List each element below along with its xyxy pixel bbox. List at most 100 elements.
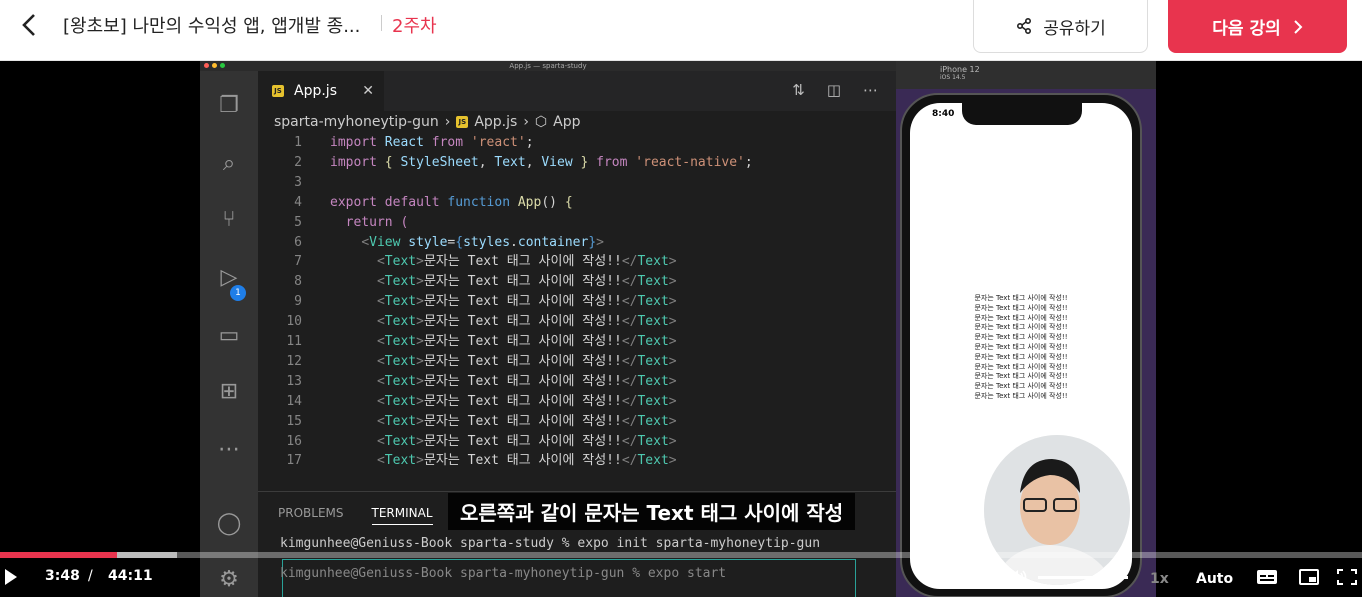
debug-icon: ▷ xyxy=(220,265,238,290)
rendered-text: 문자는 Text 태그 사이에 작성!! xyxy=(974,303,1068,312)
notch xyxy=(962,103,1082,125)
text-content: 문자는 Text 태그 사이에 작성!! xyxy=(423,453,622,469)
line-number: 4 xyxy=(294,194,302,210)
vscode-window-title: App.js — sparta-study xyxy=(200,61,896,71)
code-line: <Text>문자는 Text 태그 사이에 작성!!</Text> xyxy=(376,294,677,310)
current-time: 3:48 xyxy=(45,568,80,584)
text-content: 문자는 Text 태그 사이에 작성!! xyxy=(423,294,622,310)
code-line: <Text>문자는 Text 태그 사이에 작성!!</Text> xyxy=(376,433,677,449)
chevron-right-icon xyxy=(1294,19,1303,34)
split-editor-icon: ◫ xyxy=(826,81,841,99)
code-line: return ( xyxy=(345,214,409,230)
line-number: 16 xyxy=(286,433,302,449)
rendered-text: 문자는 Text 태그 사이에 작성!! xyxy=(974,382,1068,391)
code-line: export default function App() { xyxy=(330,194,573,210)
extensions-icon: ⊞ xyxy=(219,379,239,404)
text-content: 문자는 Text 태그 사이에 작성!! xyxy=(423,254,622,270)
line-number: 9 xyxy=(294,294,302,310)
rendered-text: 문자는 Text 태그 사이에 작성!! xyxy=(974,294,1068,302)
rendered-text: 문자는 Text 태그 사이에 작성!! xyxy=(974,342,1068,351)
code-line: <Text>문자는 Text 태그 사이에 작성!!</Text> xyxy=(376,314,677,330)
top-bar: [왕초보] 나만의 수익성 앱, 앱개발 종... 2주차 공유하기 다음 강의 xyxy=(0,0,1362,61)
code-line: <Text>문자는 Text 태그 사이에 작성!!</Text> xyxy=(376,413,677,429)
rendered-text: 문자는 Text 태그 사이에 작성!! xyxy=(974,313,1068,322)
simulator-title-bar: iPhone 12 iOS 14.5 xyxy=(896,61,1156,89)
status-time: 8:40 xyxy=(932,109,955,119)
time-separator: / xyxy=(88,568,93,584)
text-content: 문자는 Text 태그 사이에 작성!! xyxy=(423,373,622,389)
course-title: [왕초보] 나만의 수익성 앱, 앱개발 종... xyxy=(63,16,361,37)
breadcrumb-separator-icon: › xyxy=(523,114,529,130)
fullscreen-icon[interactable] xyxy=(1336,568,1358,586)
text-content: 문자는 Text 태그 사이에 작성!! xyxy=(423,433,622,449)
tab-problems[interactable]: PROBLEMS xyxy=(278,506,344,525)
breadcrumb-symbol: App xyxy=(553,114,581,130)
line-number: 17 xyxy=(286,453,302,469)
volume-slider[interactable] xyxy=(1038,576,1128,579)
line-number: 11 xyxy=(286,334,302,349)
more-actions-icon: ⋯ xyxy=(863,81,878,99)
files-icon: ❐ xyxy=(219,93,239,118)
rendered-text-list: 문자는 Text 태그 사이에 작성!! 문자는 Text 태그 사이에 작성!… xyxy=(910,294,1132,402)
terminal-line: kimgunhee@Geniuss-Book sparta-myhoneytip… xyxy=(280,566,727,581)
volume-icon[interactable] xyxy=(1008,568,1028,586)
breadcrumb-folder: sparta-myhoneytip-gun xyxy=(274,114,439,130)
quality-auto[interactable]: Auto xyxy=(1196,571,1233,587)
line-number: 6 xyxy=(294,234,302,250)
rendered-text: 문자는 Text 태그 사이에 작성!! xyxy=(974,352,1068,361)
code-line: import { StyleSheet, Text, View } from '… xyxy=(330,154,753,170)
symbol-icon: ⬡ xyxy=(534,114,548,130)
more-icon: ⋯ xyxy=(218,437,240,462)
js-file-icon: JS xyxy=(272,85,284,97)
line-number: 15 xyxy=(286,413,302,429)
text-content: 문자는 Text 태그 사이에 작성!! xyxy=(423,413,622,429)
line-number: 7 xyxy=(294,254,302,270)
rendered-text: 문자는 Text 태그 사이에 작성!! xyxy=(974,333,1068,342)
playback-speed[interactable]: 1x xyxy=(1150,571,1169,587)
tab-app-js: JS App.js ✕ xyxy=(258,71,384,111)
line-number: 13 xyxy=(286,373,302,389)
close-icon: ✕ xyxy=(362,83,374,99)
share-label: 공유하기 xyxy=(1043,18,1106,39)
line-number: 8 xyxy=(294,274,302,290)
play-icon[interactable] xyxy=(4,568,18,586)
text-content: 문자는 Text 태그 사이에 작성!! xyxy=(423,393,622,409)
captions-icon[interactable] xyxy=(1256,568,1278,586)
panel-tabs: PROBLEMS TERMINAL ... xyxy=(278,506,472,525)
tab-label: App.js xyxy=(294,83,337,99)
line-number: 12 xyxy=(286,353,302,369)
rendered-text: 문자는 Text 태그 사이에 작성!! xyxy=(974,372,1068,381)
code-line: <Text>문자는 Text 태그 사이에 작성!!</Text> xyxy=(376,353,677,369)
terminal-line: kimgunhee@Geniuss-Book sparta-study % ex… xyxy=(280,536,821,551)
share-icon xyxy=(1017,17,1032,35)
line-number: 5 xyxy=(294,214,302,230)
breadcrumb: sparta-myhoneytip-gun › JS App.js › ⬡ Ap… xyxy=(274,114,581,130)
tab-bar: JS App.js ✕ ⇅ ◫ ⋯ xyxy=(258,71,896,111)
line-number: 14 xyxy=(286,393,302,409)
compare-icon: ⇅ xyxy=(792,81,805,99)
progress-bar[interactable] xyxy=(0,552,1362,558)
code-line: <View style={styles.container}> xyxy=(361,234,604,250)
text-content: 문자는 Text 태그 사이에 작성!! xyxy=(423,353,622,369)
picture-in-picture-icon[interactable] xyxy=(1298,568,1320,586)
line-number: 1 xyxy=(294,135,302,150)
text-content: 문자는 Text 태그 사이에 작성!! xyxy=(423,274,622,290)
window-controls xyxy=(204,63,225,68)
subtitle-caption: 오른쪽과 같이 문자는 Text 태그 사이에 작성 xyxy=(448,493,856,530)
share-button[interactable]: 공유하기 xyxy=(973,0,1148,53)
ios-simulator: iPhone 12 iOS 14.5 8:40 문자는 Text 태그 사이에 … xyxy=(896,61,1156,597)
source-control-icon: ⑂ xyxy=(222,207,236,232)
code-line: <Text>문자는 Text 태그 사이에 작성!!</Text> xyxy=(376,453,677,469)
next-lecture-button[interactable]: 다음 강의 xyxy=(1168,0,1347,53)
line-number: 10 xyxy=(286,314,302,330)
remote-icon: ▭ xyxy=(218,323,240,348)
next-label: 다음 강의 xyxy=(1212,19,1281,39)
tab-terminal[interactable]: TERMINAL xyxy=(371,506,433,525)
device-name: iPhone 12 xyxy=(940,65,980,74)
code-line: <Text>문자는 Text 태그 사이에 작성!!</Text> xyxy=(376,274,677,290)
code-line: <Text>문자는 Text 태그 사이에 작성!!</Text> xyxy=(376,254,677,270)
code-line: <Text>문자는 Text 태그 사이에 작성!!</Text> xyxy=(376,393,677,409)
back-arrow-icon[interactable] xyxy=(14,10,44,40)
editor-actions: ⇅ ◫ ⋯ xyxy=(792,81,878,99)
activity-bar: ❐ ⌕ ⑂ 1 ▷ ▭ ⊞ ⋯ ◯ ⚙ xyxy=(200,71,258,597)
